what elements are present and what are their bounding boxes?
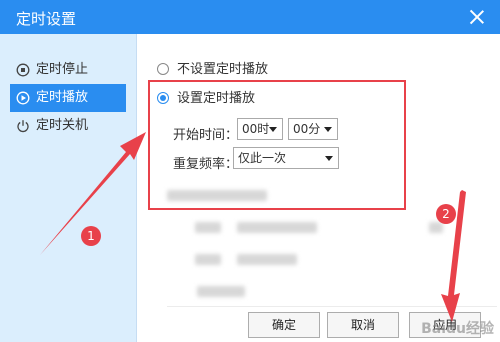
sidebar-item-timed-play[interactable]: 定时播放	[10, 84, 126, 112]
repeat-label: 重复频率：	[173, 157, 239, 172]
blurred-text	[197, 286, 245, 297]
sidebar: 定时停止 定时播放 定时关机	[0, 34, 137, 342]
stop-clock-icon	[16, 63, 30, 77]
close-icon[interactable]	[466, 6, 488, 28]
window-title: 定时设置	[16, 10, 77, 28]
blurred-text	[237, 254, 297, 265]
sidebar-item-label: 定时播放	[36, 90, 89, 105]
blurred-text	[195, 254, 221, 265]
main-panel: 不设置定时播放 设置定时播放 开始时间： 00时 00分 重复频率： 仅此一次 …	[137, 34, 500, 342]
hour-select[interactable]: 00时	[237, 118, 283, 140]
play-clock-icon	[16, 91, 30, 105]
blurred-text	[195, 222, 221, 233]
radio-schedule-play-label: 设置定时播放	[177, 91, 256, 106]
blurred-text	[167, 190, 267, 201]
cancel-button[interactable]: 取消	[327, 312, 399, 338]
step-badge-2: 2	[436, 204, 456, 224]
repeat-value: 仅此一次	[238, 151, 287, 165]
chevron-down-icon	[269, 127, 277, 132]
sidebar-item-timed-shutdown[interactable]: 定时关机	[10, 112, 126, 140]
radio-unchecked-icon	[157, 63, 169, 75]
watermark: Baidu经验	[421, 321, 494, 337]
power-icon	[17, 120, 29, 133]
repeat-select[interactable]: 仅此一次	[233, 147, 339, 169]
minute-value: 00分	[293, 122, 321, 136]
step-badge-1: 1	[81, 226, 101, 246]
chevron-down-icon	[325, 156, 333, 161]
start-time-label: 开始时间：	[173, 128, 239, 143]
divider	[167, 306, 497, 307]
radio-no-schedule-label: 不设置定时播放	[177, 62, 269, 77]
chevron-down-icon	[324, 127, 332, 132]
ok-button[interactable]: 确定	[248, 312, 320, 338]
minute-select[interactable]: 00分	[288, 118, 338, 140]
hour-value: 00时	[242, 122, 270, 136]
blurred-text	[237, 222, 317, 233]
radio-checked-icon	[157, 92, 169, 104]
title-bar: 定时设置	[0, 0, 500, 34]
blurred-text	[429, 222, 443, 233]
sidebar-item-timed-stop[interactable]: 定时停止	[10, 56, 126, 84]
sidebar-item-label: 定时关机	[36, 118, 89, 133]
sidebar-item-label: 定时停止	[36, 62, 89, 77]
